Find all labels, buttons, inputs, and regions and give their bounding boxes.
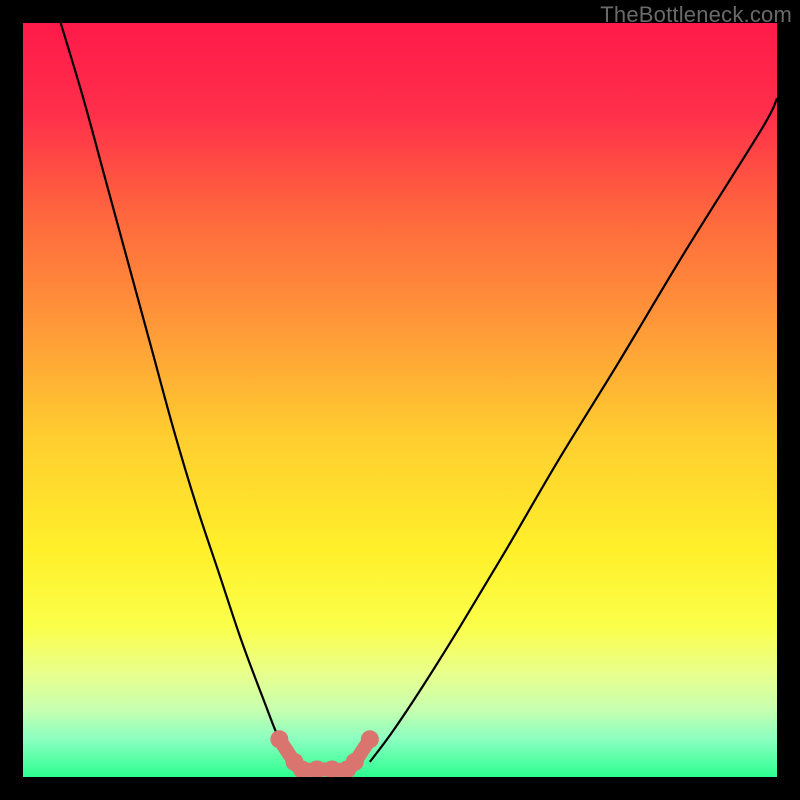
- chart-canvas: [23, 23, 777, 777]
- watermark-label: TheBottleneck.com: [600, 2, 792, 28]
- gradient-background: [23, 23, 777, 777]
- valley-marker-dot: [270, 730, 288, 748]
- plot-area: [23, 23, 777, 777]
- valley-marker-dot: [346, 753, 364, 771]
- outer-frame: TheBottleneck.com: [0, 0, 800, 800]
- valley-marker-dot: [361, 730, 379, 748]
